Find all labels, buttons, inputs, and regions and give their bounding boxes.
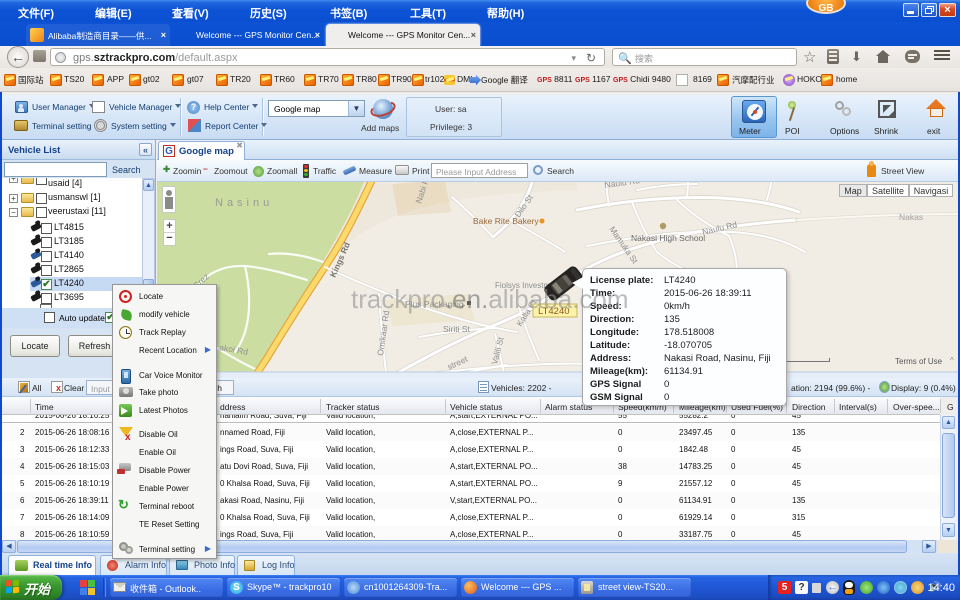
- svg-text:Nakas: Nakas: [899, 212, 923, 222]
- svg-text:Bake Rite Bakery: Bake Rite Bakery: [473, 216, 539, 226]
- svg-text:Nasinu: Nasinu: [215, 197, 273, 209]
- svg-text:Nakasi High School: Nakasi High School: [631, 233, 705, 243]
- svg-text:Siriti St: Siriti St: [443, 324, 471, 334]
